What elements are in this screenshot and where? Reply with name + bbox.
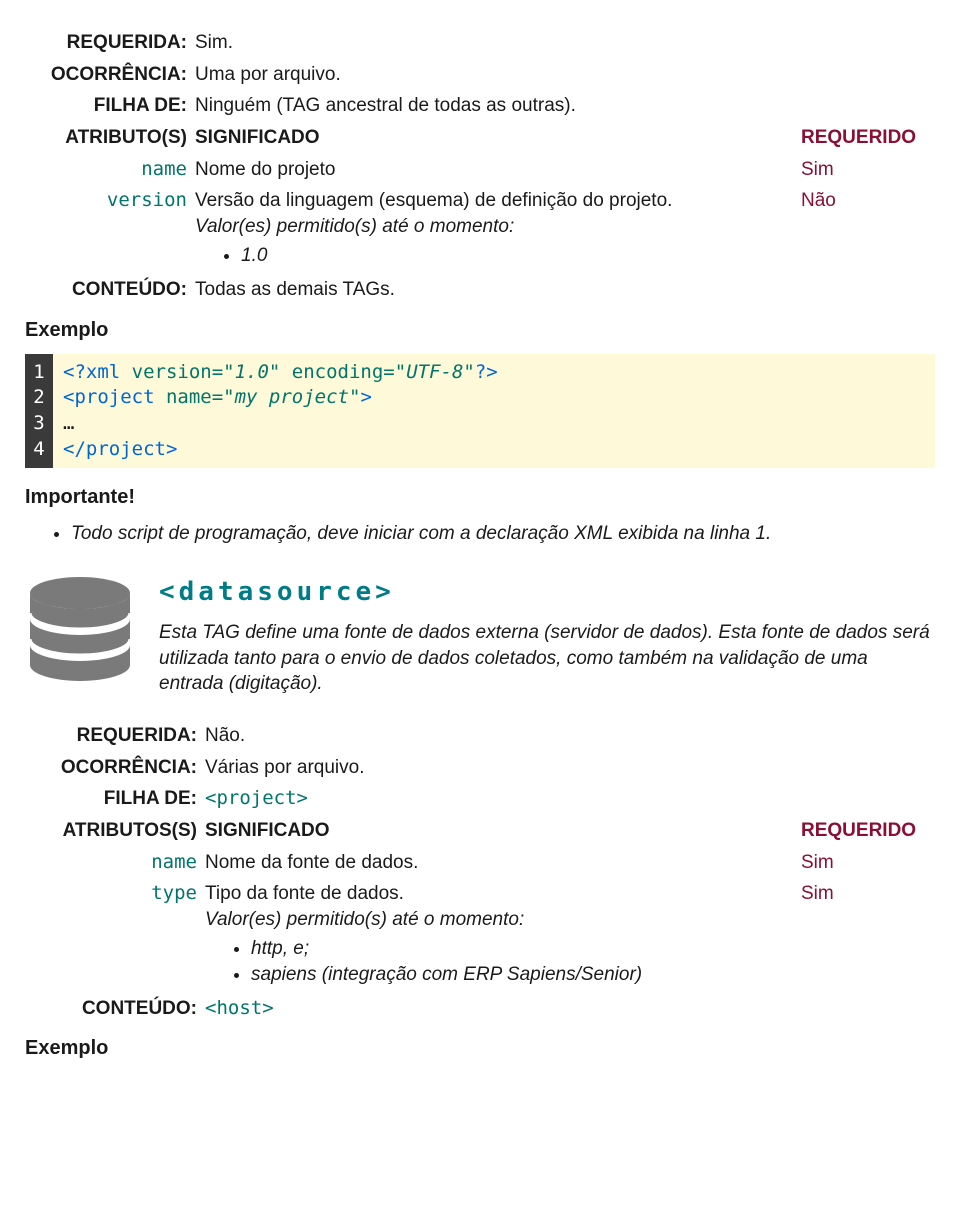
attr-header-sig: SIGNIFICADO [195, 125, 795, 151]
perm-label: Valor(es) permitido(s) até o momento: [195, 216, 514, 237]
attr-header-req: REQUERIDO [795, 125, 935, 151]
note-item: Todo script de programação, deve iniciar… [71, 521, 935, 547]
perm-values: http, e; sapiens (integração com ERP Sap… [205, 936, 795, 987]
attr-sig: Versão da linguagem (esquema) de definiç… [195, 190, 672, 211]
attr-header-label: ATRIBUTO(S) [25, 125, 195, 151]
row-value: Sim. [195, 30, 795, 56]
attr-req: Sim [795, 157, 935, 183]
attr-req: Não [795, 188, 935, 214]
line-number: 1 [25, 360, 53, 386]
attr-header-label: ATRIBUTOS(S) [25, 818, 205, 844]
row-label: FILHA DE: [25, 93, 195, 119]
attr-header-sig: SIGNIFICADO [205, 818, 795, 844]
line-number: 3 [25, 411, 53, 437]
perm-value: http, e; [251, 936, 795, 962]
content-value: Todas as demais TAGs. [195, 277, 795, 303]
important-notes: Todo script de programação, deve iniciar… [25, 521, 935, 547]
content-value: <host> [205, 996, 795, 1022]
database-icon [25, 575, 135, 693]
definition-table-project: REQUERIDA: Sim. OCORRÊNCIA: Uma por arqu… [25, 30, 935, 303]
example-heading: Exemplo [25, 317, 935, 344]
row-label: FILHA DE: [25, 786, 205, 812]
tag-text: <datasource> Esta TAG define uma fonte d… [159, 575, 935, 697]
definition-table-datasource: REQUERIDA: Não. OCORRÊNCIA: Várias por a… [25, 723, 935, 1021]
tag-description: Esta TAG define uma fonte de dados exter… [159, 620, 935, 697]
row-label: REQUERIDA: [25, 30, 195, 56]
row-value: Não. [205, 723, 795, 749]
attr-sig-block: Tipo da fonte de dados. Valor(es) permit… [205, 881, 795, 990]
row-value: Várias por arquivo. [205, 755, 795, 781]
attr-sig-block: Versão da linguagem (esquema) de definiç… [195, 188, 795, 271]
perm-values: 1.0 [195, 243, 795, 269]
content-label: CONTEÚDO: [25, 277, 195, 303]
perm-value: sapiens (integração com ERP Sapiens/Seni… [251, 962, 795, 988]
perm-label: Valor(es) permitido(s) até o momento: [205, 909, 524, 930]
row-label: OCORRÊNCIA: [25, 755, 205, 781]
attr-sig: Tipo da fonte de dados. [205, 883, 404, 904]
attr-req: Sim [795, 850, 935, 876]
row-value: Ninguém (TAG ancestral de todas as outra… [195, 93, 795, 119]
tag-section-datasource: <datasource> Esta TAG define uma fonte d… [25, 575, 935, 697]
row-value: Uma por arquivo. [195, 62, 795, 88]
code-gutter: 1 2 3 4 [25, 354, 53, 469]
example-heading: Exemplo [25, 1035, 935, 1062]
perm-value: 1.0 [241, 243, 795, 269]
attr-name: name [25, 157, 195, 183]
code-body: <?xml version="1.0" encoding="UTF-8"?> <… [53, 354, 935, 469]
attr-name: name [25, 850, 205, 876]
attr-sig: Nome do projeto [195, 157, 795, 183]
attr-header-req: REQUERIDO [795, 818, 935, 844]
row-label: REQUERIDA: [25, 723, 205, 749]
row-value: <project> [205, 786, 795, 812]
attr-req: Sim [795, 881, 935, 907]
important-heading: Importante! [25, 484, 935, 511]
attr-name: version [25, 188, 195, 214]
attr-name: type [25, 881, 205, 907]
attr-sig: Nome da fonte de dados. [205, 850, 795, 876]
code-example: 1 2 3 4 <?xml version="1.0" encoding="UT… [25, 354, 935, 469]
content-label: CONTEÚDO: [25, 996, 205, 1022]
row-label: OCORRÊNCIA: [25, 62, 195, 88]
line-number: 2 [25, 385, 53, 411]
tag-title: <datasource> [159, 575, 935, 610]
line-number: 4 [25, 437, 53, 463]
